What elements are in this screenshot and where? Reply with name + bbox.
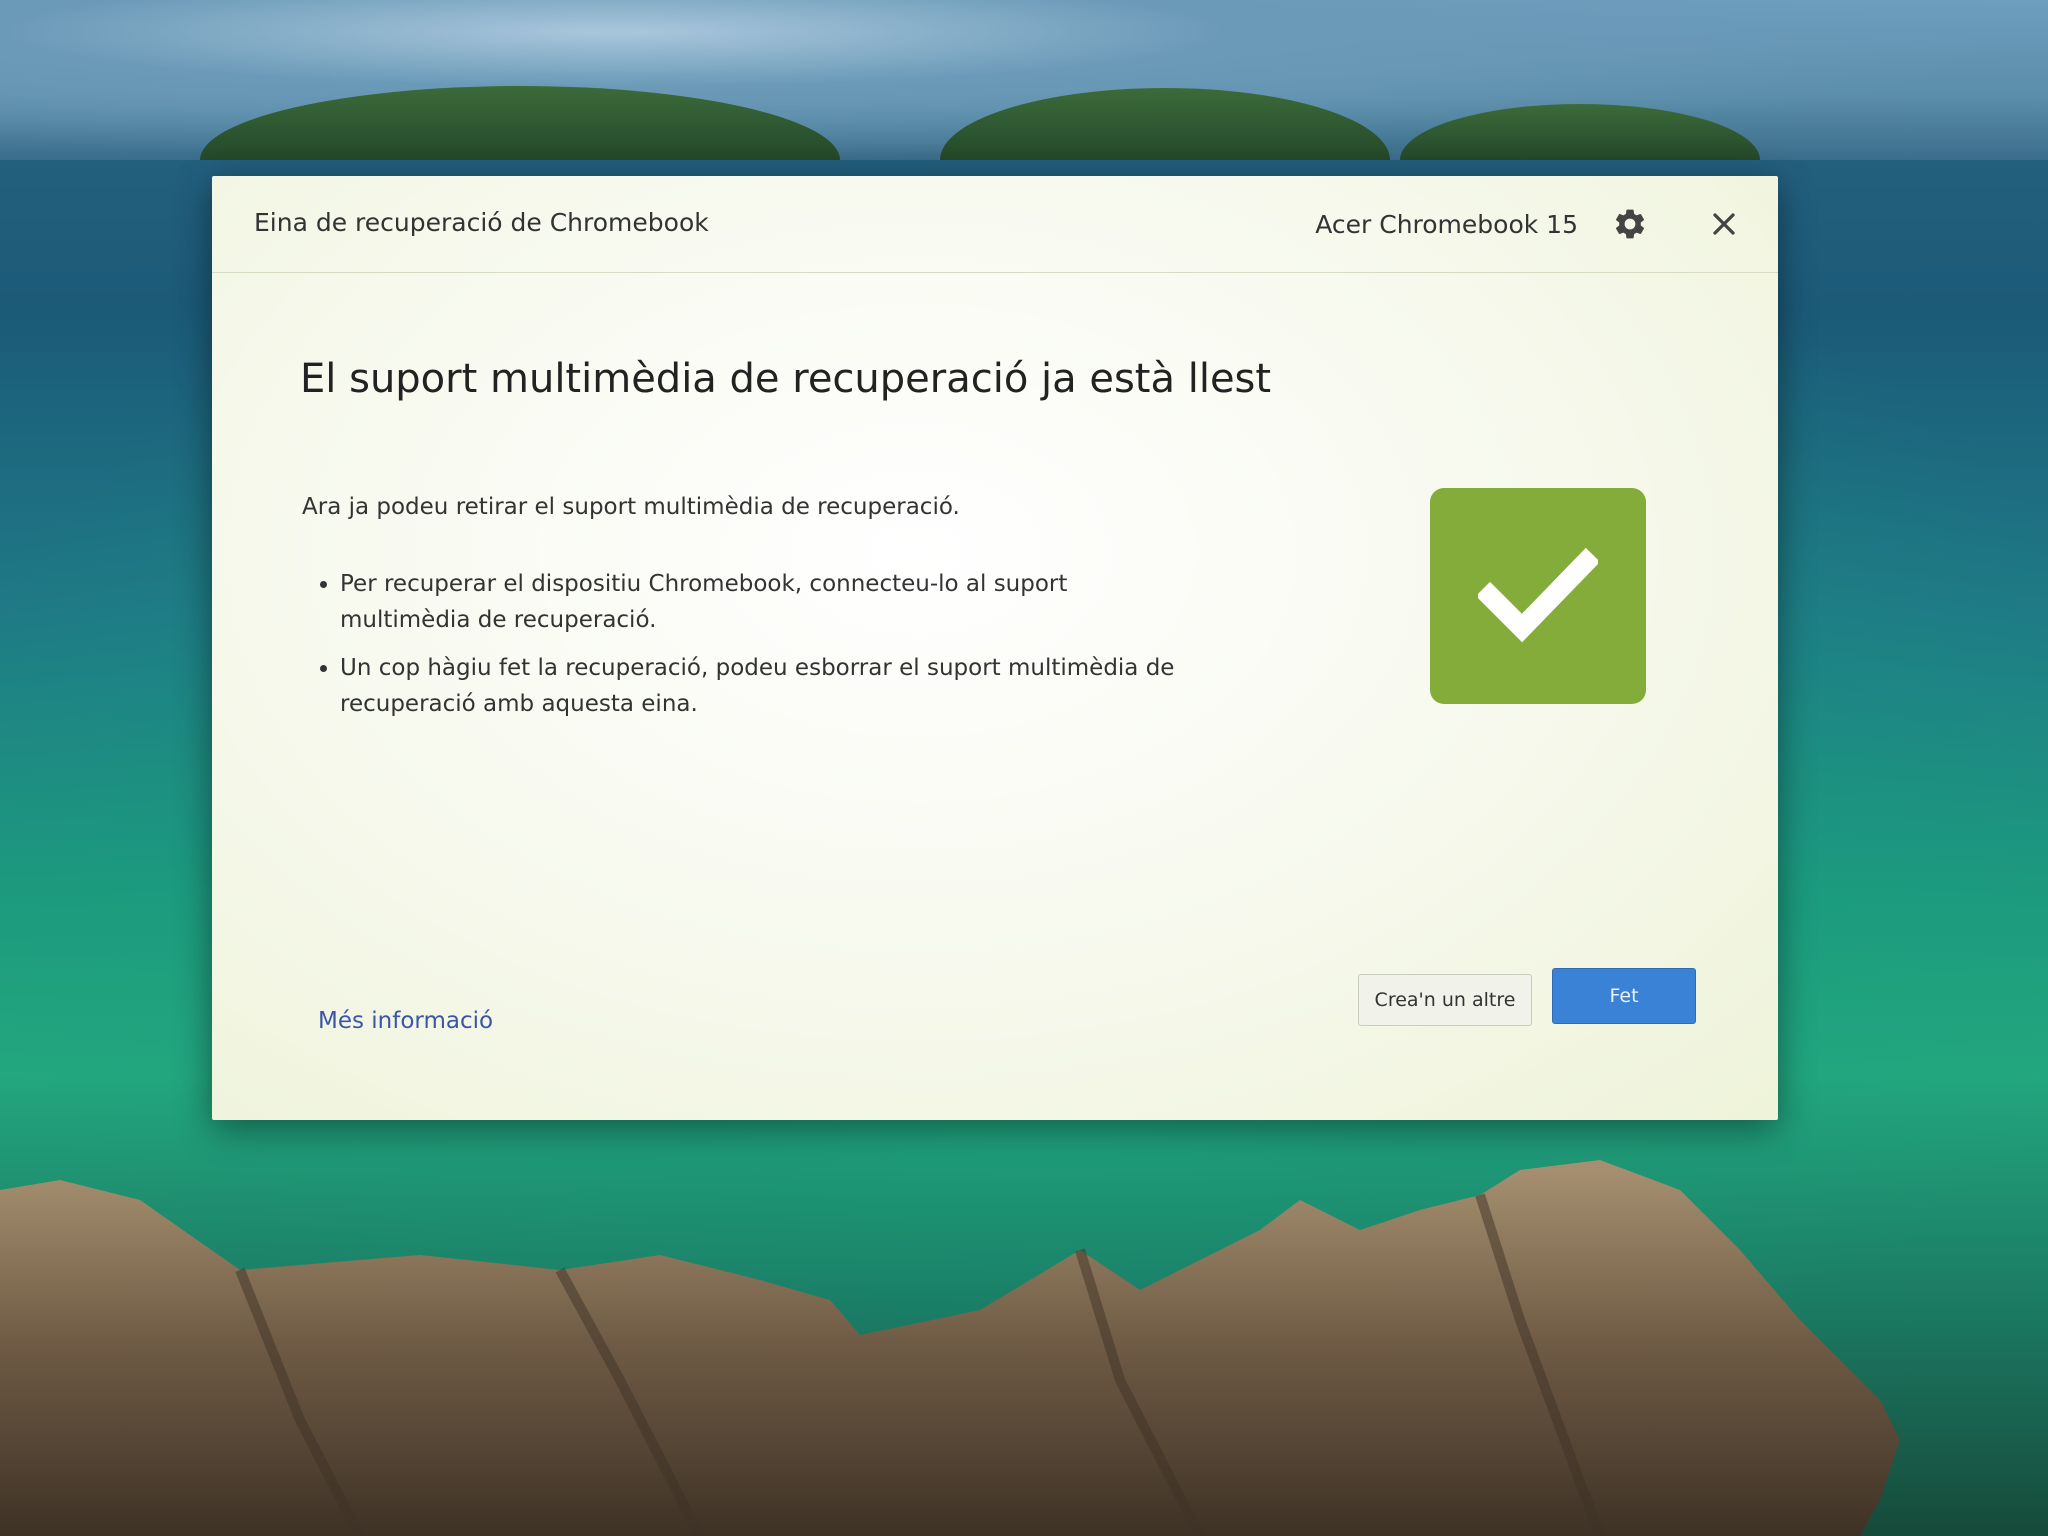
more-info-link[interactable]: Més informació	[318, 1008, 493, 1034]
intro-text: Ara ja podeu retirar el suport multimèdi…	[302, 494, 960, 520]
page-title: El suport multimèdia de recuperació ja e…	[300, 356, 1272, 402]
recovery-dialog: Eina de recuperació de Chromebook Acer C…	[212, 176, 1778, 1120]
app-title: Eina de recuperació de Chromebook	[254, 208, 709, 237]
list-item: Per recuperar el dispositiu Chromebook, …	[340, 566, 1200, 638]
success-badge	[1430, 488, 1646, 704]
device-name: Acer Chromebook 15	[1315, 210, 1578, 239]
gear-icon[interactable]	[1612, 206, 1648, 242]
done-button[interactable]: Fet	[1552, 968, 1696, 1024]
create-another-button[interactable]: Crea'n un altre	[1358, 974, 1532, 1026]
wallpaper-rocks	[0, 1160, 1900, 1536]
close-icon[interactable]	[1706, 206, 1742, 242]
list-item: Un cop hàgiu fet la recuperació, podeu e…	[340, 650, 1200, 722]
checkmark-icon	[1478, 547, 1598, 643]
instructions-list: Per recuperar el dispositiu Chromebook, …	[302, 566, 1200, 734]
dialog-titlebar: Eina de recuperació de Chromebook Acer C…	[212, 176, 1778, 273]
